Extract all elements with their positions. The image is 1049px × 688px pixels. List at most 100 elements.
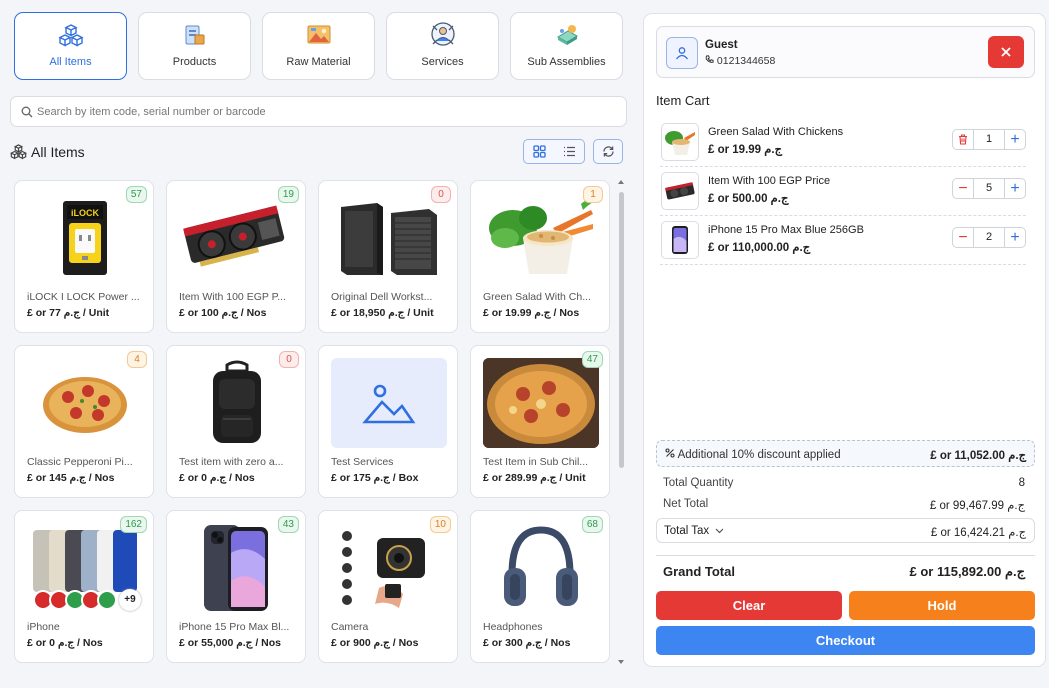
discount-label-row: Additional 10% discount applied: [665, 448, 841, 461]
cart-row: Item With 100 EGP Price £ or 500.00 ج.م …: [660, 167, 1026, 216]
item-card[interactable]: 0 Original Dell Workst... £ or 18,950 ج.…: [318, 180, 458, 333]
category-label: All Items: [49, 56, 92, 68]
category-tab-all-items[interactable]: All Items: [14, 12, 127, 80]
decrease-quantity-button[interactable]: −: [953, 179, 974, 198]
category-tab-products[interactable]: Products: [138, 12, 251, 80]
stock-badge: 0: [279, 351, 299, 368]
item-price: £ or 19.99 ج.م / Nos: [483, 307, 580, 319]
increase-quantity-button[interactable]: +: [1004, 228, 1025, 247]
quantity-value[interactable]: 1: [974, 133, 1004, 145]
svg-text:iLOCK: iLOCK: [71, 208, 99, 218]
item-price: £ or 175 ج.م / Box: [331, 472, 419, 484]
stock-badge: 10: [429, 516, 451, 533]
total-tax-toggle[interactable]: Total Tax: [664, 525, 724, 537]
scrollbar-thumb[interactable]: [619, 192, 624, 468]
stock-badge: 43: [277, 516, 299, 533]
item-price: £ or 145 ج.م / Nos: [27, 472, 115, 484]
category-tab-services[interactable]: Services: [386, 12, 499, 80]
quantity-stepper: 1 +: [952, 129, 1026, 150]
user-icon: [666, 37, 698, 69]
trash-icon: [959, 134, 967, 145]
item-card[interactable]: 1 Green Salad With Ch... £ or 19.99 ج.م …: [470, 180, 610, 333]
increase-quantity-button[interactable]: +: [1004, 179, 1025, 198]
item-price: £ or 100 ج.م / Nos: [179, 307, 267, 319]
percent-icon: [665, 448, 678, 461]
grand-total-label: Grand Total: [663, 564, 735, 579]
item-card[interactable]: 47 Test Item in Sub Chil... £ or 289.99 …: [470, 345, 610, 498]
item-name: Test Services: [331, 456, 394, 468]
item-price: £ or 18,950 ج.م / Unit: [331, 307, 434, 319]
category-tab-sub-assemblies[interactable]: Sub Assemblies: [510, 12, 623, 80]
item-card[interactable]: iLOCK 57 iLOCK I LOCK Power ... £ or 77 …: [14, 180, 154, 333]
item-name: Original Dell Workst...: [331, 291, 433, 303]
checkout-button[interactable]: Checkout: [656, 626, 1035, 655]
total-quantity-value: 8: [1018, 477, 1025, 489]
item-name: Item With 100 EGP P...: [179, 291, 286, 303]
refresh-button[interactable]: [593, 139, 623, 164]
scroll-down-arrow[interactable]: [618, 660, 624, 664]
stock-badge: 0: [431, 186, 451, 203]
services-icon: [387, 22, 498, 48]
cart-row: Green Salad With Chickens £ or 19.99 ج.م…: [660, 118, 1026, 167]
item-card[interactable]: 43 iPhone 15 Pro Max Bl... £ or 55,000 ج…: [166, 510, 306, 663]
decrease-quantity-button[interactable]: −: [953, 228, 974, 247]
item-price: £ or 77 ج.م / Unit: [27, 307, 110, 319]
item-card[interactable]: 19 Item With 100 EGP P... £ or 100 ج.م /…: [166, 180, 306, 333]
item-name: Camera: [331, 621, 369, 633]
delete-item-button[interactable]: [953, 130, 974, 149]
divider: [656, 555, 1035, 556]
iphones-image: +9: [27, 523, 143, 613]
scroll-up-arrow[interactable]: [618, 180, 624, 184]
close-icon: [1001, 47, 1011, 57]
cart-item-price: £ or 19.99 ج.م: [708, 144, 783, 156]
cart-panel: Guest 0121344658 Item Cart Green Salad W…: [643, 13, 1046, 667]
item-price: £ or 0 ج.م / Nos: [27, 637, 103, 649]
more-variants-indicator: +9: [119, 589, 141, 611]
remove-customer-button[interactable]: [988, 36, 1024, 68]
item-card[interactable]: 4 Classic Pepperoni Pi... £ or 145 ج.م /…: [14, 345, 154, 498]
mini-camera-image: [331, 523, 447, 613]
item-name: iPhone 15 Pro Max Bl...: [179, 621, 290, 633]
customer-card: Guest 0121344658: [656, 26, 1035, 78]
hold-button[interactable]: Hold: [849, 591, 1035, 620]
list-view-button[interactable]: [554, 140, 584, 163]
item-name: iLOCK I LOCK Power ...: [27, 291, 140, 303]
grid-view-button[interactable]: [524, 140, 554, 163]
pizza-photo-image: [483, 358, 599, 448]
item-card[interactable]: 68 Headphones £ or 300 ج.م / Nos: [470, 510, 610, 663]
discount-banner: Additional 10% discount applied £ or 11,…: [656, 440, 1035, 467]
search-input[interactable]: [37, 102, 607, 122]
chevron-down-icon: [712, 525, 724, 537]
raw-material-icon: [263, 22, 374, 48]
total-tax-value: £ or 16,424.21 ج.م: [930, 527, 1026, 539]
cubes-icon: [15, 22, 126, 48]
clear-button[interactable]: Clear: [656, 591, 842, 620]
item-name: Test Item in Sub Chil...: [483, 456, 589, 468]
stock-badge: 1: [583, 186, 603, 203]
item-card[interactable]: 0 Test item with zero a... £ or 0 ج.م / …: [166, 345, 306, 498]
item-grid-scrollbar[interactable]: [618, 180, 624, 664]
stock-badge: 4: [127, 351, 147, 368]
item-card[interactable]: +9 162 iPhone £ or 0 ج.م / Nos: [14, 510, 154, 663]
cart-title: Item Cart: [656, 93, 710, 108]
increase-quantity-button[interactable]: +: [1004, 130, 1025, 149]
item-price: £ or 289.99 ج.م / Unit: [483, 472, 586, 484]
graphics-card-image: [179, 193, 295, 283]
customer-phone: 0121344658: [716, 55, 776, 67]
cart-item-name: Item With 100 EGP Price: [708, 175, 831, 187]
placeholder-image: [331, 358, 447, 448]
cubes-icon: [9, 143, 28, 165]
iphone-thumbnail: [661, 221, 699, 259]
section-title: All Items: [31, 144, 85, 160]
item-card[interactable]: Test Services £ or 175 ج.م / Box: [318, 345, 458, 498]
item-name: Headphones: [483, 621, 543, 633]
category-tab-raw-material[interactable]: Raw Material: [262, 12, 375, 80]
item-price: £ or 55,000 ج.م / Nos: [179, 637, 282, 649]
quantity-value[interactable]: 5: [974, 182, 1004, 194]
customer-phone-row: 0121344658: [705, 55, 775, 67]
item-card[interactable]: 10 Camera £ or 900 ج.م / Nos: [318, 510, 458, 663]
cart-item-price: £ or 110,000.00 ج.م: [708, 242, 811, 254]
cart-item-name: Green Salad With Chickens: [708, 126, 844, 138]
category-label: Sub Assemblies: [527, 56, 606, 68]
quantity-value[interactable]: 2: [974, 231, 1004, 243]
